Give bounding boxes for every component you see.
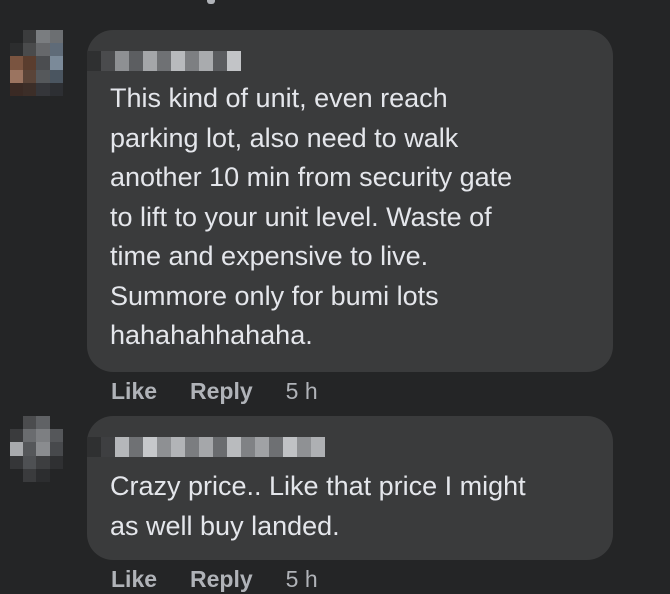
avatar[interactable] — [10, 30, 76, 96]
comment-text: This kind of unit, even reach parking lo… — [110, 83, 513, 350]
avatar[interactable] — [10, 416, 76, 482]
reply-button[interactable]: Reply — [190, 566, 253, 593]
commenter-name-blurred[interactable] — [87, 51, 241, 71]
like-button[interactable]: Like — [111, 566, 157, 593]
comment-timestamp[interactable]: 5 h — [286, 566, 318, 593]
commenter-name-blurred[interactable] — [87, 437, 325, 457]
comment-bubble: This kind of unit, even reach parking lo… — [87, 30, 613, 372]
reply-button[interactable]: Reply — [190, 378, 253, 405]
comment-timestamp[interactable]: 5 h — [286, 378, 318, 405]
like-button[interactable]: Like — [111, 378, 157, 405]
comment-actions: Like Reply 5 h — [111, 566, 318, 593]
comment-text: Crazy price.. Like that price I might as… — [110, 471, 526, 541]
comment-actions: Like Reply 5 h — [111, 378, 318, 405]
comment-bubble: Crazy price.. Like that price I might as… — [87, 416, 613, 560]
previous-content-edge — [207, 0, 215, 4]
